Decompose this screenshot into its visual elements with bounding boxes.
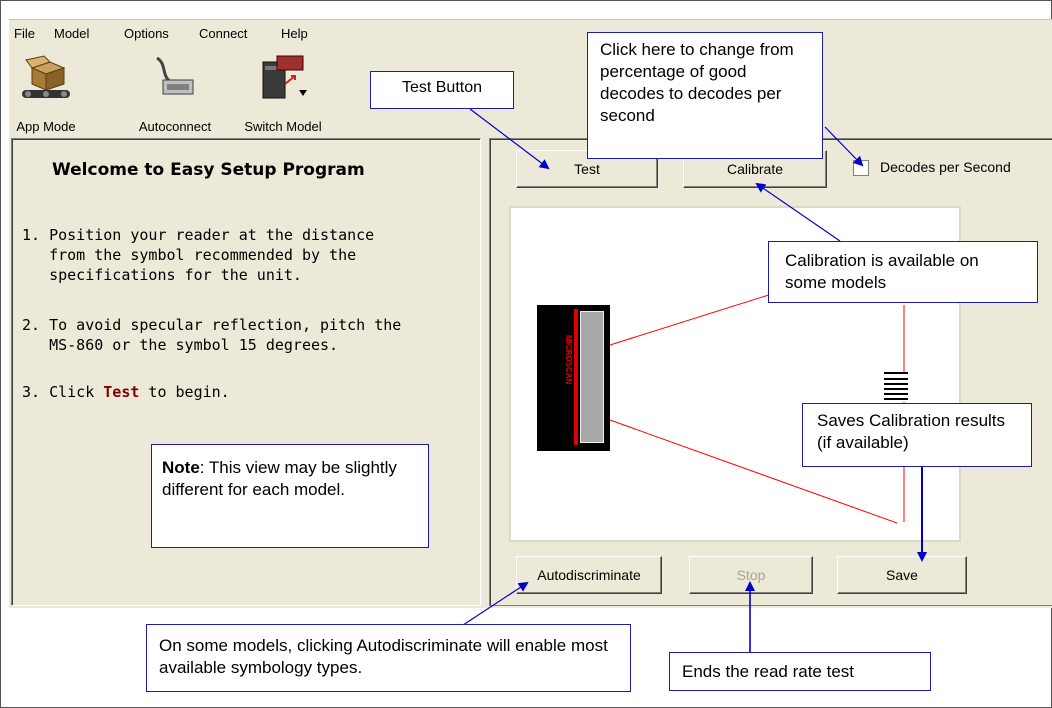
autoconnect-button[interactable]: Autoconnect xyxy=(125,50,225,134)
decodes-per-second-callout: Click here to change from percentage of … xyxy=(587,32,823,159)
reader-logo: MICROSCAN xyxy=(562,335,574,395)
menu-file[interactable]: File xyxy=(14,26,35,41)
calibration-callout: Calibration is available on some models xyxy=(768,241,1038,303)
barcode-symbol xyxy=(884,372,908,402)
decodes-per-second-checkbox[interactable] xyxy=(853,160,869,176)
note-callout: Note: This view may be slightly differen… xyxy=(151,444,429,548)
reader-logo-text: MICROSCAN xyxy=(564,335,573,385)
welcome-title: Welcome to Easy Setup Program xyxy=(52,160,365,180)
test-button-callout: Test Button xyxy=(370,71,514,109)
instruction-step-1: 1. Position your reader at the distance … xyxy=(22,226,375,284)
switch-model-icon xyxy=(262,55,307,99)
decodes-per-second-label: Decodes per Second xyxy=(880,159,1011,175)
reader-device: MICROSCAN xyxy=(537,305,610,451)
step-3-test-word: Test xyxy=(103,383,140,401)
note-label: Note xyxy=(162,458,200,477)
stop-callout: Ends the read rate test xyxy=(669,652,931,691)
autodiscriminate-button[interactable]: Autodiscriminate xyxy=(516,556,662,594)
menu-connect[interactable]: Connect xyxy=(199,26,247,41)
save-button[interactable]: Save xyxy=(837,556,967,594)
stop-button[interactable]: Stop xyxy=(689,556,813,594)
menu-options[interactable]: Options xyxy=(124,26,169,41)
reader-window xyxy=(580,311,604,443)
step-3-prefix: 3. Click xyxy=(22,383,104,401)
autoconnect-label: Autoconnect xyxy=(138,119,212,134)
app-mode-label: App Mode xyxy=(16,119,76,134)
switch-model-label: Switch Model xyxy=(244,119,322,134)
app-mode-button[interactable]: App Mode xyxy=(3,50,89,134)
autodiscriminate-callout: On some models, clicking Autodiscriminat… xyxy=(146,624,631,692)
menu-bar: File Model Options Connect Help xyxy=(9,20,1052,48)
instruction-step-2: 2. To avoid specular reflection, pitch t… xyxy=(22,316,402,354)
instruction-step-3: 3. Click Test to begin. xyxy=(22,382,230,402)
box-conveyor-icon xyxy=(22,55,70,98)
serial-cable-icon xyxy=(156,56,194,95)
menu-model[interactable]: Model xyxy=(54,26,89,41)
save-callout: Saves Calibration results (if available) xyxy=(802,403,1032,467)
reader-red-stripe xyxy=(574,309,578,445)
step-3-suffix: to begin. xyxy=(139,383,230,401)
menu-help[interactable]: Help xyxy=(281,26,308,41)
switch-model-button[interactable]: Switch Model xyxy=(231,50,335,134)
